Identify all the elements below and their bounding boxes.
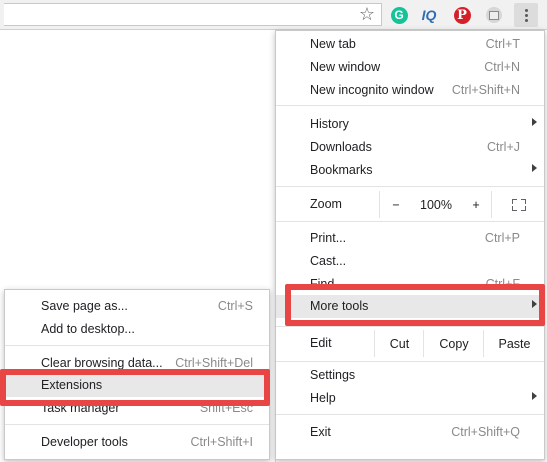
extensions-highlight bbox=[0, 369, 270, 406]
menu-item-new-window[interactable]: New window Ctrl+N bbox=[276, 56, 544, 79]
menu-separator bbox=[276, 221, 544, 222]
iq-icon[interactable]: IQ bbox=[419, 5, 439, 25]
zoom-level: 100% bbox=[420, 197, 452, 212]
menu-item-label: History bbox=[310, 117, 349, 131]
menu-item-label: Exit bbox=[310, 425, 331, 439]
address-bar[interactable] bbox=[4, 3, 382, 26]
menu-item-cast[interactable]: Cast... bbox=[276, 250, 544, 273]
menu-item-label: Add to desktop... bbox=[41, 322, 135, 336]
zoom-out-button[interactable]: − bbox=[379, 191, 412, 218]
menu-item-history[interactable]: History bbox=[276, 113, 544, 136]
menu-item-label: Developer tools bbox=[41, 435, 128, 449]
menu-separator bbox=[276, 414, 544, 415]
star-icon[interactable]: ☆ bbox=[357, 4, 377, 24]
menu-separator bbox=[276, 361, 544, 362]
menu-item-shortcut: Ctrl+Shift+Del bbox=[175, 356, 253, 370]
submenu-arrow-icon bbox=[532, 118, 537, 126]
edit-row: Edit Cut Copy Paste bbox=[276, 330, 544, 357]
menu-item-new-incognito[interactable]: New incognito window Ctrl+Shift+N bbox=[276, 79, 544, 102]
menu-item-shortcut: Ctrl+Shift+N bbox=[451, 83, 520, 97]
menu-item-label: Cast... bbox=[310, 254, 347, 268]
zoom-label: Zoom bbox=[310, 197, 342, 211]
menu-item-exit[interactable]: Exit Ctrl+Shift+Q bbox=[276, 421, 544, 444]
menu-item-help[interactable]: Help bbox=[276, 387, 544, 410]
submenu-arrow-icon bbox=[532, 164, 537, 172]
edit-label: Edit bbox=[310, 336, 332, 350]
grammarly-letter: G bbox=[390, 6, 408, 24]
fullscreen-icon bbox=[511, 198, 526, 211]
menu-item-label: Settings bbox=[310, 368, 356, 382]
menu-item-bookmarks[interactable]: Bookmarks bbox=[276, 159, 544, 182]
menu-item-shortcut: Ctrl+J bbox=[487, 140, 520, 154]
cut-button[interactable]: Cut bbox=[374, 330, 424, 357]
menu-item-print[interactable]: Print... Ctrl+P bbox=[276, 227, 544, 250]
submenu-item-add-to-desktop[interactable]: Add to desktop... bbox=[5, 318, 269, 341]
menu-item-label: New incognito window bbox=[310, 83, 434, 97]
chrome-main-menu: New tab Ctrl+T New window Ctrl+N New inc… bbox=[275, 30, 545, 460]
menu-item-label: Print... bbox=[310, 231, 347, 245]
grammarly-icon[interactable]: G bbox=[389, 5, 409, 25]
menu-item-shortcut: Ctrl+S bbox=[217, 299, 253, 313]
submenu-arrow-icon bbox=[532, 392, 537, 400]
menu-item-shortcut: Ctrl+Shift+Q bbox=[451, 425, 520, 439]
menu-icon[interactable] bbox=[514, 3, 538, 27]
paste-button[interactable]: Paste bbox=[483, 330, 545, 357]
menu-item-shortcut: Ctrl+P bbox=[484, 231, 520, 245]
menu-item-label: Downloads bbox=[310, 140, 372, 154]
menu-item-label: New tab bbox=[310, 37, 356, 51]
menu-item-label: Clear browsing data... bbox=[41, 356, 163, 370]
menu-item-label: Save page as... bbox=[41, 299, 128, 313]
menu-separator bbox=[5, 345, 269, 346]
browser-toolbar: ☆ G IQ P bbox=[0, 0, 547, 30]
menu-separator bbox=[276, 186, 544, 187]
menu-item-settings[interactable]: Settings bbox=[276, 364, 544, 387]
menu-item-label: Help bbox=[310, 391, 336, 405]
fullscreen-button[interactable] bbox=[491, 191, 545, 218]
menu-item-new-tab[interactable]: New tab Ctrl+T bbox=[276, 33, 544, 56]
zoom-row: Zoom − 100% + bbox=[276, 191, 544, 218]
more-tools-highlight bbox=[285, 284, 545, 326]
pinterest-letter: P bbox=[453, 6, 471, 24]
menu-item-shortcut: Ctrl+N bbox=[484, 60, 520, 74]
extension-icon[interactable] bbox=[484, 5, 504, 25]
copy-button[interactable]: Copy bbox=[423, 330, 484, 357]
menu-separator bbox=[276, 105, 544, 106]
submenu-item-developer-tools[interactable]: Developer tools Ctrl+Shift+I bbox=[5, 431, 269, 454]
menu-item-shortcut: Ctrl+Shift+I bbox=[190, 435, 253, 449]
pinterest-icon[interactable]: P bbox=[452, 5, 472, 25]
menu-item-label: New window bbox=[310, 60, 381, 74]
menu-item-downloads[interactable]: Downloads Ctrl+J bbox=[276, 136, 544, 159]
zoom-in-button[interactable]: + bbox=[461, 191, 491, 218]
menu-separator bbox=[276, 326, 544, 327]
menu-item-shortcut: Ctrl+T bbox=[485, 37, 520, 51]
submenu-item-save-page[interactable]: Save page as... Ctrl+S bbox=[5, 295, 269, 318]
menu-separator bbox=[5, 424, 269, 425]
menu-item-label: Bookmarks bbox=[310, 163, 373, 177]
